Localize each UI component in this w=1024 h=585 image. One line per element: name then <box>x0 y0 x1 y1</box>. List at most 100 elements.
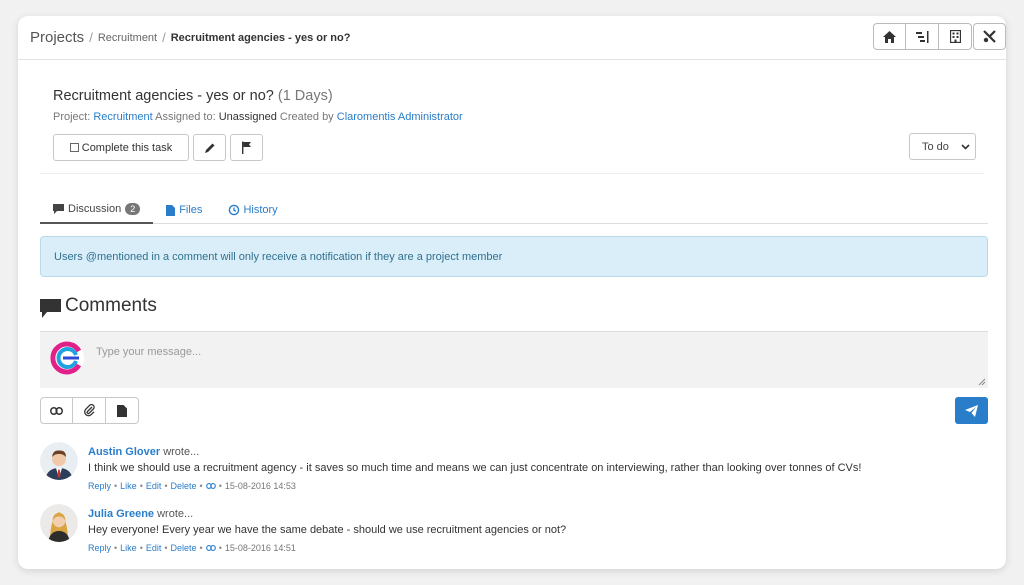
avatar <box>40 504 78 542</box>
discussion-count-badge: 2 <box>125 203 141 215</box>
separator-dot: • <box>199 543 203 553</box>
creator-link[interactable]: Claromentis Administrator <box>337 111 463 123</box>
comment-date: 15-08-2016 14:51 <box>224 543 296 553</box>
separator-dot: • <box>139 543 143 553</box>
task-actions: Complete this task <box>53 134 263 161</box>
comment-header: Julia Greene wrote... <box>88 508 193 520</box>
user-avatar <box>50 341 84 375</box>
document-icon <box>117 404 127 417</box>
separator-dot: • <box>139 481 143 491</box>
created-label: Created by <box>279 111 334 123</box>
breadcrumb-separator: / <box>89 30 93 45</box>
link-icon <box>50 406 63 415</box>
avatar <box>40 442 78 480</box>
reply-link[interactable]: Reply <box>88 481 111 491</box>
divider <box>40 173 984 174</box>
comment-item: Julia Greene wrote... Hey everyone! Ever… <box>40 504 988 564</box>
comment-item: Austin Glover wrote... I think we should… <box>40 442 988 502</box>
separator-dot: • <box>218 543 222 553</box>
breadcrumb-current: Recruitment agencies - yes or no? <box>170 31 351 44</box>
comments-heading-text: Comments <box>65 294 157 316</box>
comment-date: 15-08-2016 14:53 <box>224 481 296 491</box>
task-card: Projects / Recruitment / Recruitment age… <box>18 16 1006 569</box>
flag-button[interactable] <box>230 134 263 161</box>
send-button[interactable] <box>955 397 988 424</box>
paperclip-icon <box>83 404 95 417</box>
permalink-icon[interactable] <box>205 545 216 551</box>
building-button[interactable] <box>939 23 972 50</box>
top-bar: Projects / Recruitment / Recruitment age… <box>18 16 1006 60</box>
status-select[interactable]: To do <box>909 133 976 160</box>
comments-heading: Comments <box>40 293 157 318</box>
view-button-group <box>873 23 972 50</box>
comment-text: Hey everyone! Every year we have the sam… <box>88 524 567 536</box>
message-input[interactable]: Type your message... <box>96 346 201 358</box>
comment-footer: Reply • Like • Edit • Delete • • 15-08-2016 … <box>88 481 296 491</box>
tab-history-label: History <box>243 204 278 216</box>
info-alert: Users @mentioned in a comment will only … <box>40 236 988 277</box>
home-button[interactable] <box>873 23 906 50</box>
task-meta: Project: Recruitment Assigned to: Unassi… <box>53 111 463 123</box>
separator-dot: • <box>164 481 168 491</box>
separator-dot: • <box>199 481 203 491</box>
file-icon <box>166 204 176 216</box>
task-title-text: Recruitment agencies - yes or no? <box>53 88 274 104</box>
paper-plane-icon <box>965 404 978 417</box>
flag-icon <box>242 141 251 154</box>
comment-author[interactable]: Julia Greene <box>88 508 154 520</box>
breadcrumb-separator: / <box>162 30 166 45</box>
comment-header: Austin Glover wrote... <box>88 446 199 458</box>
assigned-label: Assigned to: <box>155 111 216 123</box>
comment-author[interactable]: Austin Glover <box>88 446 160 458</box>
document-button[interactable] <box>106 397 139 424</box>
assigned-value: Unassigned <box>218 111 277 123</box>
delete-link[interactable]: Delete <box>171 543 197 553</box>
status-value: To do <box>922 140 949 153</box>
tab-files[interactable]: Files <box>153 196 215 224</box>
breadcrumb-projects[interactable]: Projects <box>30 29 84 46</box>
comment-icon <box>53 204 64 214</box>
separator-dot: • <box>164 543 168 553</box>
complete-task-button[interactable]: Complete this task <box>53 134 189 161</box>
tools-button[interactable] <box>973 23 1006 50</box>
tab-discussion[interactable]: Discussion 2 <box>40 196 154 224</box>
comment-text: I think we should use a recruitment agen… <box>88 462 862 474</box>
comment-wrote: wrote... <box>157 508 194 520</box>
link-button[interactable] <box>40 397 73 424</box>
chevron-down-icon <box>961 144 970 150</box>
attach-file-button[interactable] <box>73 397 106 424</box>
edit-button[interactable] <box>193 134 226 161</box>
like-link[interactable]: Like <box>120 481 137 491</box>
building-icon <box>949 30 961 43</box>
task-duration: (1 Days) <box>277 88 333 104</box>
attachment-button-group <box>40 397 139 424</box>
complete-task-label: Complete this task <box>81 141 173 154</box>
resize-handle-icon[interactable] <box>978 378 986 386</box>
history-icon <box>229 204 240 216</box>
tab-files-label: Files <box>179 204 203 216</box>
tab-bar: Discussion 2 Files History <box>40 196 988 224</box>
comment-composer[interactable]: Type your message... <box>40 331 988 388</box>
separator-dot: • <box>218 481 222 491</box>
edit-link[interactable]: Edit <box>146 481 162 491</box>
gantt-button[interactable] <box>906 23 939 50</box>
reply-link[interactable]: Reply <box>88 543 111 553</box>
pencil-icon <box>204 143 214 153</box>
task-title: Recruitment agencies - yes or no? (1 Day… <box>53 88 333 104</box>
edit-link[interactable]: Edit <box>146 543 162 553</box>
like-link[interactable]: Like <box>120 543 137 553</box>
complete-checkbox[interactable] <box>69 143 79 152</box>
breadcrumb-recruitment[interactable]: Recruitment <box>98 32 157 44</box>
tab-discussion-label: Discussion <box>68 203 122 215</box>
tab-history[interactable]: History <box>215 196 290 224</box>
delete-link[interactable]: Delete <box>171 481 197 491</box>
home-icon <box>883 30 896 43</box>
project-link[interactable]: Recruitment <box>93 111 152 123</box>
comment-wrote: wrote... <box>163 446 200 458</box>
comment-icon <box>40 299 61 318</box>
project-label: Project: <box>53 111 91 123</box>
separator-dot: • <box>114 543 118 553</box>
gantt-icon <box>915 30 928 43</box>
permalink-icon[interactable] <box>205 483 216 489</box>
comment-footer: Reply • Like • Edit • Delete • • 15-08-2016 … <box>88 543 296 553</box>
